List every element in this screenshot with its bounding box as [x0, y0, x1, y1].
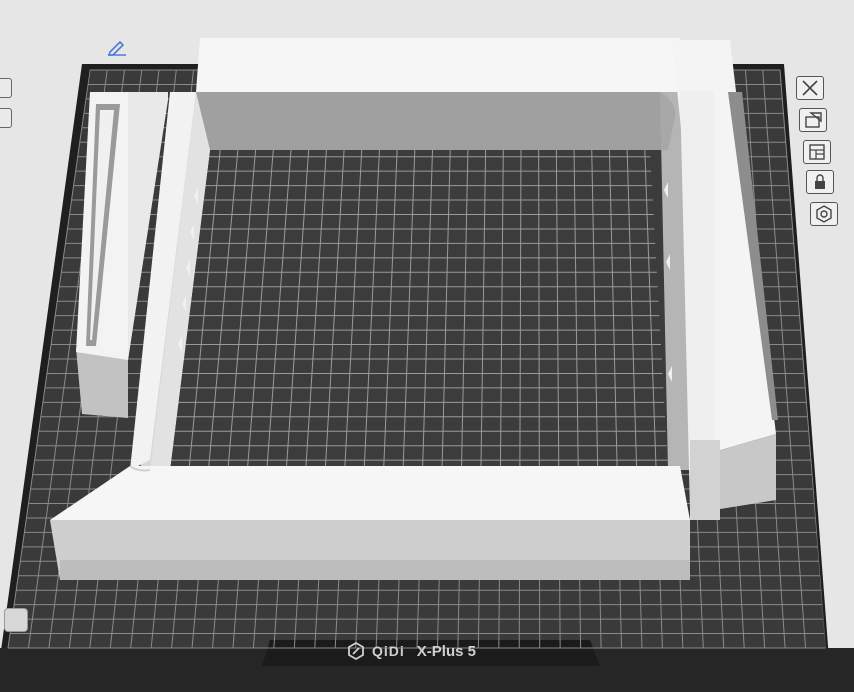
collapsed-panel-button[interactable]: [0, 78, 12, 98]
plate-thumbnail[interactable]: [4, 608, 28, 632]
close-icon: [802, 80, 818, 96]
settings-icon: [816, 205, 832, 223]
auto-orient-button[interactable]: [799, 108, 827, 132]
3d-viewport[interactable]: [0, 0, 854, 692]
arrange-icon: [809, 144, 825, 160]
plate-brand-label: QiDi X-Plus 5: [346, 640, 476, 662]
lock-plate-button[interactable]: [806, 170, 834, 194]
plate-settings-button[interactable]: [810, 202, 838, 226]
collapsed-panel-button[interactable]: [0, 108, 12, 128]
arrange-button[interactable]: [803, 140, 831, 164]
close-plate-button[interactable]: [796, 76, 824, 100]
brand-logo-text: QiDi: [372, 643, 405, 659]
qidi-logo-icon: [348, 641, 364, 661]
edit-plate-name-icon[interactable]: [106, 38, 128, 56]
lock-icon: [815, 174, 825, 189]
auto-orient-icon: [805, 112, 822, 128]
printer-model-name: X-Plus 5: [416, 642, 476, 660]
